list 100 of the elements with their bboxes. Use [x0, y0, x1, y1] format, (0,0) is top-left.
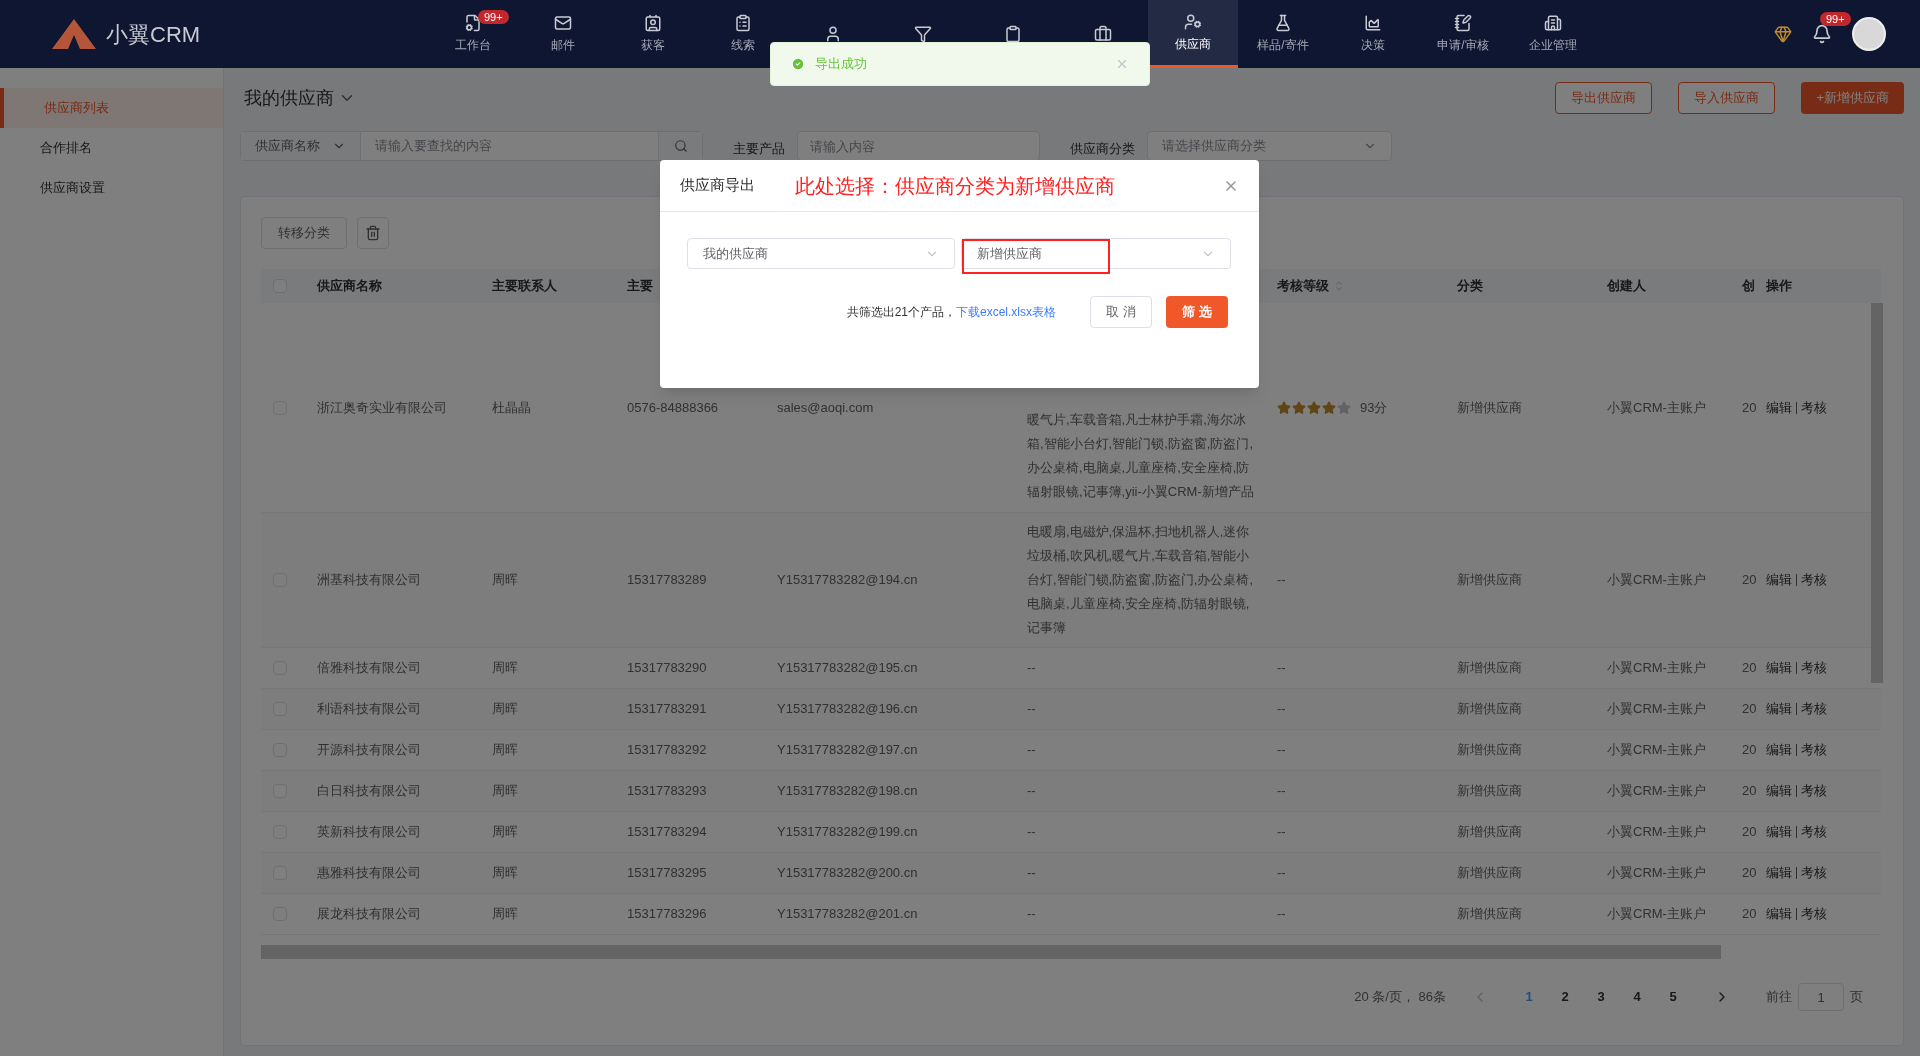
- table-cell-text: 周晖: [492, 823, 519, 842]
- nav-label: 供应商: [1175, 35, 1211, 53]
- table-cell-text: 新增供应商: [1457, 823, 1523, 842]
- count-badge: 99+: [1820, 12, 1851, 26]
- table-cell-text: 15317783289: [627, 571, 708, 590]
- table-cell-text: Y15317783282@196.cn: [777, 700, 919, 719]
- table-cell-text: --: [1277, 823, 1286, 842]
- pagination-summary: 20 条/页， 86条: [1354, 988, 1446, 1007]
- table-cell-text: --: [1277, 905, 1286, 924]
- nav-label: 工作台: [455, 37, 491, 54]
- table-cell-text: Y15317783282@200.cn: [777, 864, 919, 883]
- table-cell-text: 20: [1742, 823, 1758, 842]
- table-cell-text: --: [1277, 700, 1286, 719]
- table-cell-text: 20: [1742, 700, 1758, 719]
- filter-label: 主要产品: [733, 140, 785, 159]
- column-header: 创: [1742, 277, 1756, 296]
- page-title: 我的供应商: [244, 86, 334, 110]
- column-header: 分类: [1457, 278, 1483, 294]
- table-cell-text: 洲基科技有限公司: [317, 571, 422, 590]
- table-cell-text: 周晖: [492, 864, 519, 883]
- table-cell-text: 15317783290: [627, 659, 708, 678]
- table-cell-text: Y15317783282@195.cn: [777, 659, 919, 678]
- table-cell-text: 15317783293: [627, 782, 708, 801]
- table-cell-text: 周晖: [492, 700, 519, 719]
- nav-label: 企业管理: [1529, 37, 1577, 54]
- table-cell-text: --: [1277, 864, 1286, 883]
- table-cell: --: [1027, 906, 1036, 921]
- column-header: 主要: [627, 278, 653, 294]
- filter-label: 供应商分类: [1070, 140, 1135, 159]
- table-cell-text: Y15317783282@197.cn: [777, 741, 919, 760]
- table-cell-text: 周晖: [492, 782, 519, 801]
- goto-label: 前往: [1766, 988, 1792, 1007]
- table-cell-text: 展龙科技有限公司: [317, 905, 422, 924]
- table-cell-text: --: [1277, 659, 1286, 678]
- table-cell-text: 新增供应商: [1457, 659, 1523, 678]
- nav-label: 决策: [1361, 37, 1385, 54]
- table-cell-text: 新增供应商: [1457, 700, 1523, 719]
- table-cell: 电暖扇,电磁炉,保温杯,扫地机器人,迷你垃圾桶,吹风机,暖气片,车载音箱,智能小台灯,智能门锁,防盗窗,防盗门,办公桌椅,电脑桌,儿童座椅,安全座椅,防辐射眼镜,记事簿: [1027, 524, 1254, 635]
- table-cell-text: 小翼CRM-主账户: [1607, 741, 1707, 760]
- table-cell-text: --: [1277, 741, 1286, 760]
- count-badge: 99+: [478, 10, 509, 24]
- table-cell-text: 新增供应商: [1457, 782, 1523, 801]
- annotation-text: 此处选择：供应商分类为新增供应商: [795, 173, 1115, 199]
- table-cell-text: 英新科技有限公司: [317, 823, 422, 842]
- nav-label: 邮件: [551, 37, 575, 54]
- toast-message: 导出成功: [815, 55, 867, 74]
- table-cell-text: 15317783296: [627, 905, 708, 924]
- table-cell-text: 周晖: [492, 571, 519, 590]
- table-cell-text: 利语科技有限公司: [317, 700, 422, 719]
- table-cell-text: 15317783292: [627, 741, 708, 760]
- column-header: 主要联系人: [492, 278, 557, 294]
- table-cell-text: --: [1277, 782, 1286, 801]
- table-cell-text: 小翼CRM-主账户: [1607, 398, 1707, 417]
- table-cell-text: 小翼CRM-主账户: [1607, 782, 1707, 801]
- table-cell-text: 20: [1742, 905, 1758, 924]
- table-cell-text: 周晖: [492, 905, 519, 924]
- table-cell-text: sales@aoqi.com: [777, 398, 875, 417]
- table-cell-text: 小翼CRM-主账户: [1607, 700, 1707, 719]
- table-cell-text: 20: [1742, 864, 1758, 883]
- column-header: 操作: [1766, 277, 1793, 296]
- table-cell-text: Y15317783282@199.cn: [777, 823, 919, 842]
- table-cell-text: 20: [1742, 659, 1758, 678]
- table-cell-text: Y15317783282@194.cn: [777, 571, 919, 590]
- table-cell-text: 周晖: [492, 659, 519, 678]
- table-cell-text: 0576-84888366: [627, 398, 720, 417]
- table-cell-text: Y15317783282@201.cn: [777, 905, 919, 924]
- table-cell: --: [1027, 660, 1036, 675]
- table-cell-text: --: [1277, 571, 1286, 590]
- table-cell-text: 杜晶晶: [492, 398, 532, 417]
- table-cell: --: [1027, 783, 1036, 798]
- page-suffix: 页: [1850, 988, 1863, 1007]
- table-cell-text: 新增供应商: [1457, 864, 1523, 883]
- table-cell-text: 白日科技有限公司: [317, 782, 422, 801]
- brand-name: 小翼CRM: [106, 20, 201, 49]
- table-cell-text: Y15317783282@198.cn: [777, 782, 919, 801]
- table-cell: --: [1027, 824, 1036, 839]
- column-header: 创建人: [1607, 278, 1646, 294]
- table-cell-text: 新增供应商: [1457, 571, 1523, 590]
- table-cell-text: 新增供应商: [1457, 905, 1523, 924]
- table-cell-text: 倍雅科技有限公司: [317, 659, 422, 678]
- nav-label: 线索: [731, 37, 755, 54]
- dialog-title: 供应商导出: [680, 175, 755, 196]
- table-cell-text: 惠雅科技有限公司: [317, 864, 422, 883]
- filter-summary: 共筛选出21个产品，下载excel.xlsx表格: [846, 304, 1056, 321]
- table-cell-text: 20: [1742, 398, 1758, 417]
- table-cell-text: 小翼CRM-主账户: [1607, 864, 1707, 883]
- column-header: 供应商名称: [317, 278, 382, 294]
- table-cell-text: 15317783295: [627, 864, 708, 883]
- table-cell-text: 开源科技有限公司: [317, 741, 422, 760]
- table-cell-text: 15317783291: [627, 700, 708, 719]
- table-cell-text: 浙江奥奇实业有限公司: [317, 398, 448, 417]
- table-cell-text: 20: [1742, 782, 1758, 801]
- table-cell-text: 新增供应商: [1457, 741, 1523, 760]
- table-cell-text: 小翼CRM-主账户: [1607, 905, 1707, 924]
- table-cell: --: [1027, 865, 1036, 880]
- table-cell-text: 新增供应商: [1457, 398, 1523, 417]
- table-cell-text: 小翼CRM-主账户: [1607, 659, 1707, 678]
- score-text: 93分: [1360, 398, 1388, 417]
- table-cell-text: 小翼CRM-主账户: [1607, 823, 1707, 842]
- table-cell-text: 15317783294: [627, 823, 708, 842]
